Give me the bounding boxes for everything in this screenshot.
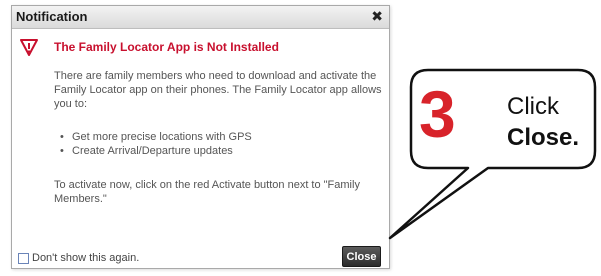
dialog-heading: The Family Locator App is Not Installed [54, 40, 279, 54]
screenshot-stage: Notification ✖ The Family Locator App is… [0, 0, 601, 276]
dont-show-again-label: Don't show this again. [32, 252, 140, 264]
dialog-paragraph-instructions: To activate now, click on the red Activa… [54, 179, 360, 205]
notification-dialog: Notification ✖ The Family Locator App is… [11, 5, 390, 269]
dialog-paragraph-intro: There are family members who need to dow… [54, 70, 382, 110]
warning-triangle-icon [20, 39, 38, 56]
close-button[interactable]: Close [342, 246, 381, 267]
dialog-title: Notification [16, 9, 88, 24]
dont-show-again-checkbox[interactable] [18, 252, 29, 264]
list-item: Create Arrival/Departure updates [60, 144, 252, 158]
step-instruction-line1: Click [507, 93, 559, 120]
feature-list: Get more precise locations with GPS Crea… [60, 130, 252, 158]
step-instruction-line2: Close. [507, 124, 580, 151]
close-icon[interactable]: ✖ [371, 9, 383, 23]
dont-show-again-option[interactable]: Don't show this again. [18, 252, 139, 264]
list-item: Get more precise locations with GPS [60, 130, 252, 144]
step-number: 3 [419, 77, 456, 151]
dialog-titlebar: Notification ✖ [12, 6, 389, 29]
